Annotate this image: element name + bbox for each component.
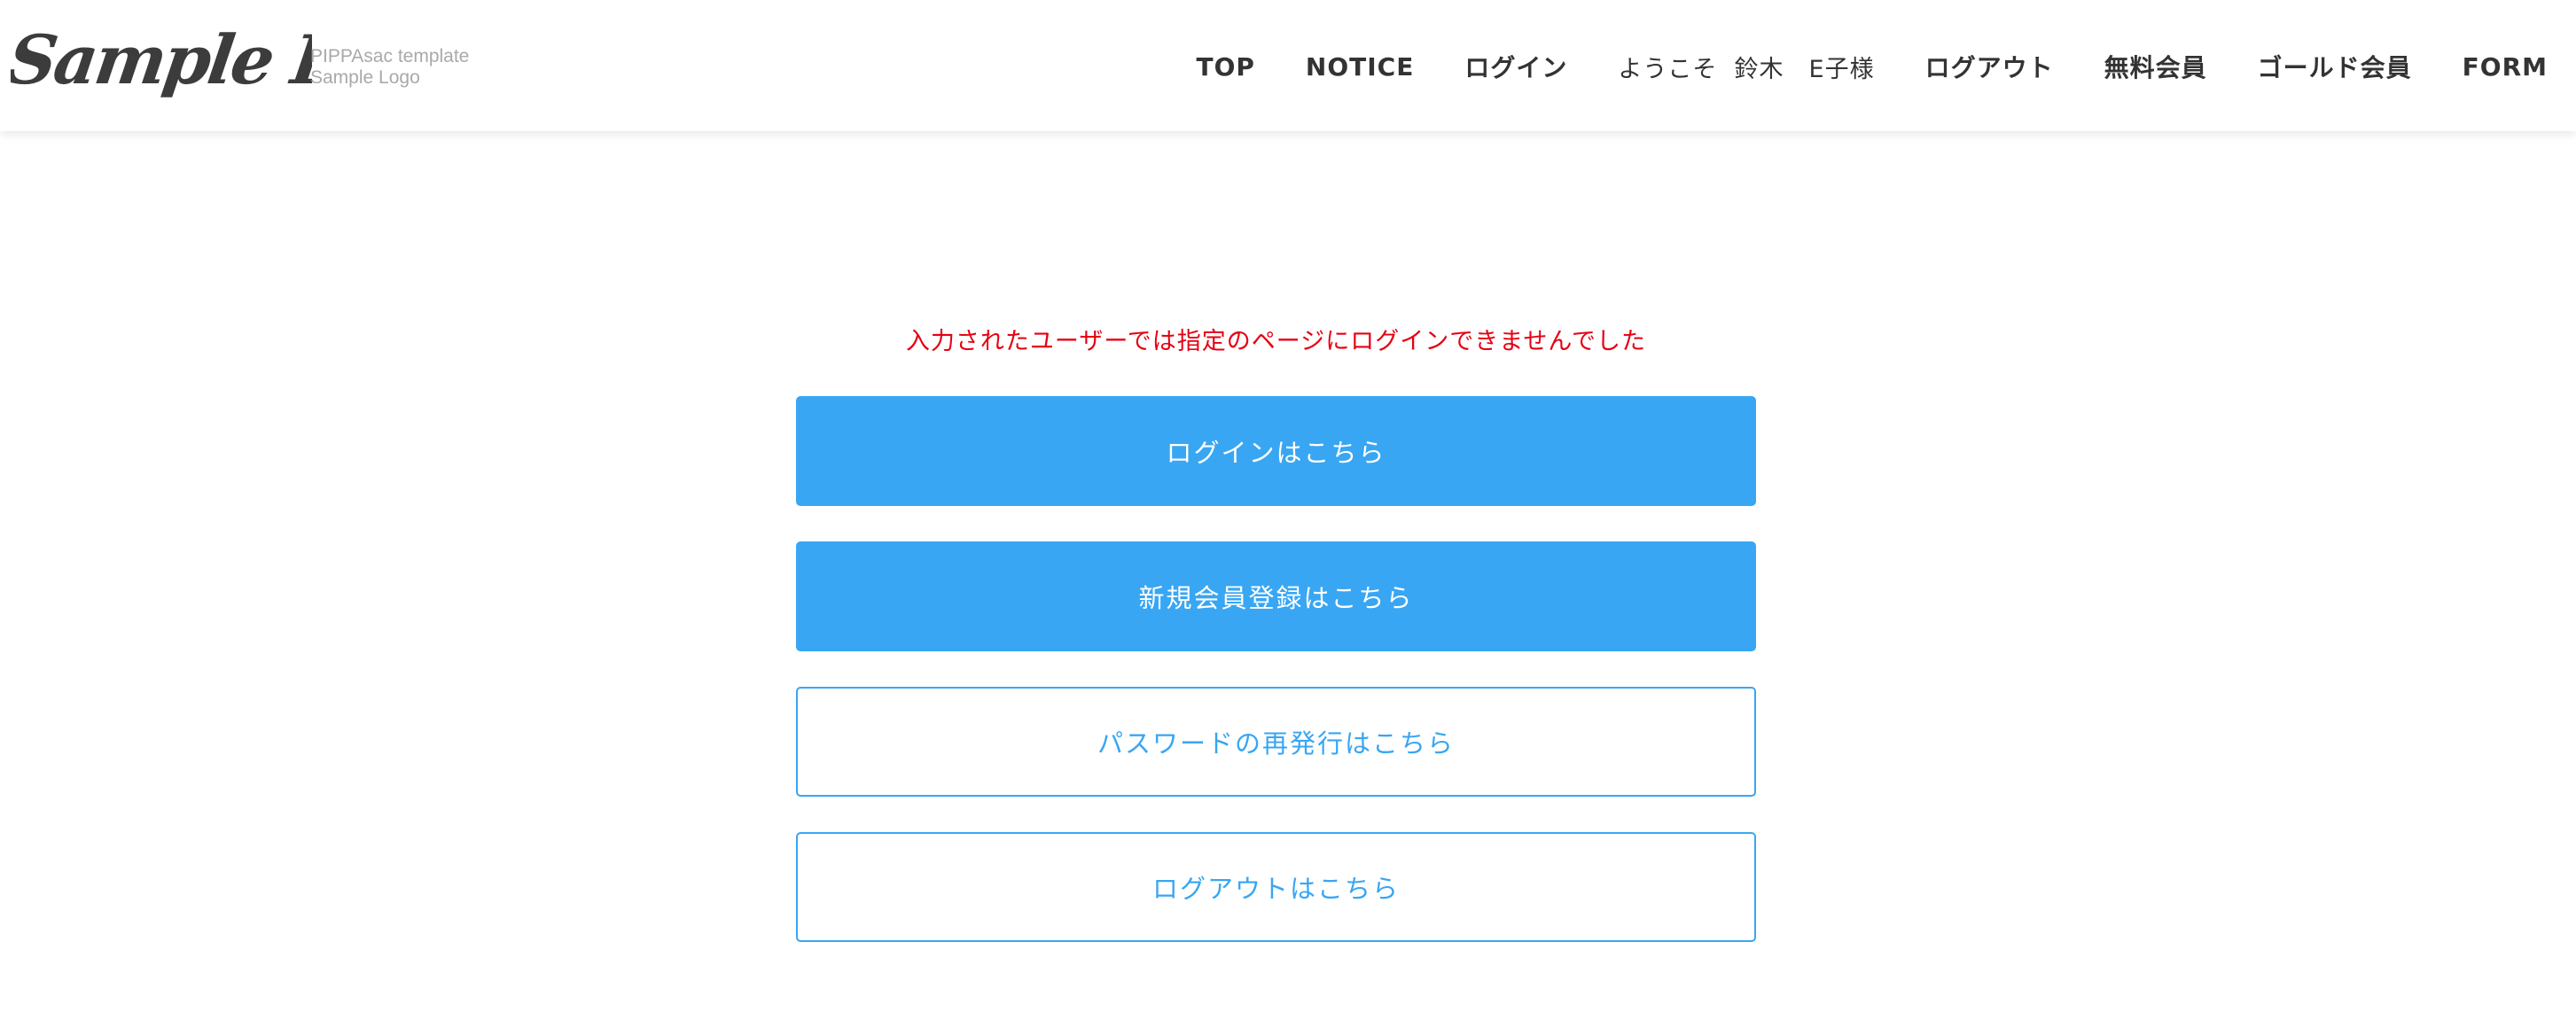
logo-subtitle: PIPPAsac template Sample Logo xyxy=(310,46,469,89)
nav-welcome-text: ようこそ 鈴木 E子様 xyxy=(1618,55,1875,83)
nav-item-form[interactable]: FORM xyxy=(2463,52,2548,82)
logout-button[interactable]: ログアウトはこちら xyxy=(796,832,1756,942)
login-button[interactable]: ログインはこちら xyxy=(796,396,1756,506)
password-reset-button[interactable]: パスワードの再発行はこちら xyxy=(796,687,1756,797)
svg-text:Sample Logo: Sample Logo xyxy=(11,20,312,100)
nav-item-top[interactable]: TOP xyxy=(1196,52,1254,82)
nav-item-notice[interactable]: NOTICE xyxy=(1306,52,1414,82)
nav-item-logout[interactable]: ログアウト xyxy=(1925,49,2054,84)
main-nav: TOP NOTICE ログイン ようこそ 鈴木 E子様 ログアウト 無料会員 ゴ… xyxy=(1196,0,2548,133)
nav-item-gold-member[interactable]: ゴールド会員 xyxy=(2258,49,2412,84)
nav-item-login[interactable]: ログイン xyxy=(1464,49,1567,84)
logo-subtitle-line1: PIPPAsac template xyxy=(310,46,470,66)
logo-subtitle-line2: Sample Logo xyxy=(310,67,420,88)
site-header: Sample Logo PIPPAsac template Sample Log… xyxy=(0,0,2576,131)
register-button[interactable]: 新規会員登録はこちら xyxy=(796,541,1756,651)
site-logo[interactable]: Sample Logo PIPPAsac template Sample Log… xyxy=(11,19,507,112)
nav-item-free-member[interactable]: 無料会員 xyxy=(2104,49,2207,84)
logo-wordmark: Sample Logo xyxy=(11,20,312,100)
login-error-message: 入力されたユーザーでは指定のページにログインできませんでした xyxy=(905,328,1647,355)
